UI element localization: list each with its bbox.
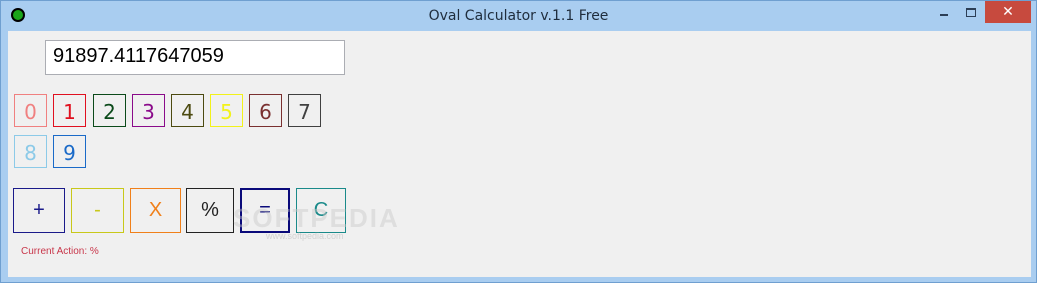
- digit-button-6[interactable]: 6: [249, 94, 282, 127]
- app-window: Oval Calculator v.1.1 Free ✕ 91897.41176…: [0, 0, 1037, 283]
- maximize-button[interactable]: [958, 1, 984, 23]
- watermark-logo: SOFTPEDIA: [233, 203, 400, 233]
- close-button[interactable]: ✕: [985, 1, 1031, 23]
- current-action-label: Current Action: %: [21, 246, 99, 257]
- calculator-panel: 91897.4117647059 0 1 2 3 4 5 6 7 8 9 + -…: [8, 31, 1031, 277]
- digit-button-1[interactable]: 1: [53, 94, 86, 127]
- subtract-button[interactable]: -: [71, 188, 124, 233]
- watermark-url: www.softpedia.com: [266, 231, 344, 241]
- result-display[interactable]: 91897.4117647059: [45, 40, 345, 75]
- multiply-button[interactable]: X: [130, 188, 181, 233]
- title-bar[interactable]: Oval Calculator v.1.1 Free ✕: [1, 1, 1036, 31]
- maximize-icon: [966, 7, 976, 17]
- digit-button-4[interactable]: 4: [171, 94, 204, 127]
- digit-button-0[interactable]: 0: [14, 94, 47, 127]
- digit-button-5[interactable]: 5: [210, 94, 243, 127]
- add-button[interactable]: +: [13, 188, 65, 233]
- minimize-button[interactable]: [931, 1, 957, 23]
- digit-button-8[interactable]: 8: [14, 135, 47, 168]
- digit-button-2[interactable]: 2: [93, 94, 126, 127]
- window-title: Oval Calculator v.1.1 Free: [428, 8, 609, 24]
- digit-button-9[interactable]: 9: [53, 135, 86, 168]
- digit-button-3[interactable]: 3: [132, 94, 165, 127]
- percent-button[interactable]: %: [186, 188, 234, 233]
- close-icon: ✕: [1002, 4, 1014, 20]
- minimize-icon: [940, 14, 948, 16]
- digit-button-7[interactable]: 7: [288, 94, 321, 127]
